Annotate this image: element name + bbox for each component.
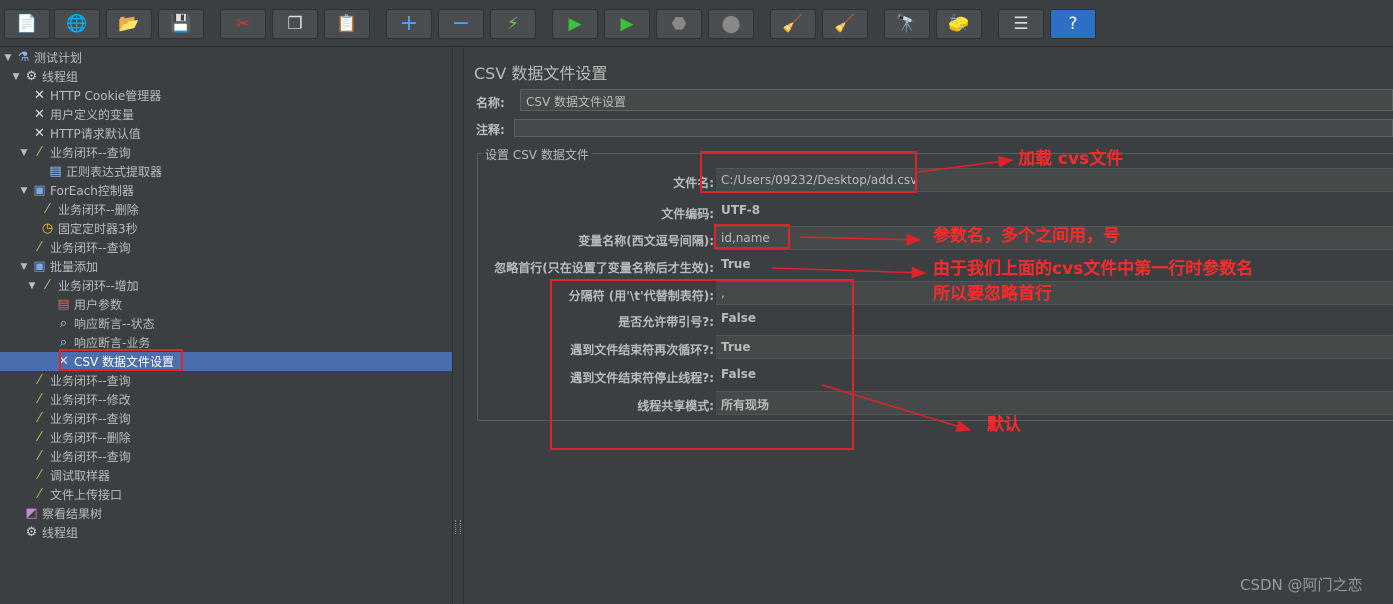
note-ignore-first-line-2: 所以要忽略首行 [933,284,1052,304]
note-ignore-first-line-1: 由于我们上面的cvs文件中第一行时参数名 [933,259,1254,279]
arrow-ignore-first-line [771,266,927,279]
arrow-param-names [799,233,922,246]
arrow-defaults [821,384,972,432]
note-load-csv: 加载 cvs文件 [1018,149,1124,169]
watermark: CSDN @阿门之恋 [1240,576,1363,594]
note-defaults: 默认 [987,415,1021,435]
note-param-names: 参数名，多个之间用，号 [933,226,1120,246]
annotation-arrows [771,155,1014,432]
arrow-load-csv [917,155,1014,173]
